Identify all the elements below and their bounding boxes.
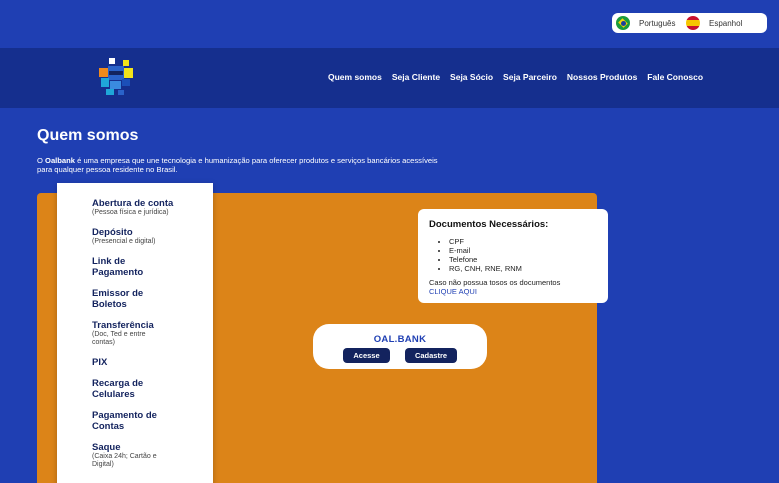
spain-flag-icon <box>686 16 700 30</box>
document-item: Telefone <box>449 255 598 264</box>
service-deposito[interactable]: Depósito (Presencial e digital) <box>92 227 213 246</box>
intro-line2: para qualquer pessoa residente no Brasil… <box>37 165 178 174</box>
service-title: Saque <box>92 442 121 453</box>
oalbank-card-buttons: Acesse Cadastre <box>342 348 462 363</box>
oalbank-card-title: OAL.BANK <box>373 334 427 345</box>
oalbank-access-card: OAL.BANK Acesse Cadastre <box>313 324 487 369</box>
service-abertura-de-conta[interactable]: Abertura de conta (Pessoa física e juríd… <box>92 198 213 217</box>
nav-fale-conosco[interactable]: Fale Conosco <box>647 72 703 82</box>
documents-click-here-link[interactable]: CLIQUE AQUI <box>429 287 598 296</box>
service-title: Recarga de Celulares <box>92 378 144 400</box>
service-subtitle: (Caixa 24h; Cartão e Digital) <box>92 453 157 468</box>
nav-quem-somos[interactable]: Quem somos <box>328 72 382 82</box>
service-subtitle: (Pessoa física e jurídica) <box>92 209 169 216</box>
intro-prefix: O <box>37 156 46 165</box>
acesse-button[interactable]: Acesse <box>343 348 390 363</box>
document-item: E-mail <box>449 246 598 255</box>
service-pix[interactable]: PIX <box>92 357 213 368</box>
nav-seja-parceiro[interactable]: Seja Parceiro <box>503 72 557 82</box>
service-title: Transferência <box>92 320 154 331</box>
nav-seja-socio[interactable]: Seja Sócio <box>450 72 493 82</box>
service-subtitle: (Doc, Ted e entre contas) <box>92 331 146 346</box>
intro-brand: Oalbank <box>45 156 75 165</box>
service-title: PIX <box>92 357 108 368</box>
services-list: Abertura de conta (Pessoa física e juríd… <box>57 183 213 483</box>
document-item: CPF <box>449 237 598 246</box>
intro-line1: é uma empresa que une tecnologia e human… <box>75 156 438 165</box>
service-pagamento-de-contas[interactable]: Pagamento de Contas <box>92 410 172 432</box>
nav-seja-cliente[interactable]: Seja Cliente <box>392 72 440 82</box>
service-title: Link de Pagamento <box>92 256 144 278</box>
language-portuguese[interactable]: Português <box>616 16 675 30</box>
oalbank-logo[interactable] <box>96 57 136 97</box>
document-item: RG, CNH, RNE, RNM <box>449 264 598 273</box>
language-portuguese-label: Português <box>639 18 676 28</box>
service-saque[interactable]: Saque (Caixa 24h; Cartão e Digital) <box>92 442 213 469</box>
service-title: Emissor de Boletos <box>92 288 144 310</box>
language-switcher: Português Espanhol <box>612 13 767 33</box>
nav-nossos-produtos[interactable]: Nossos Produtos <box>567 72 637 82</box>
documents-list: CPF E-mail Telefone RG, CNH, RNE, RNM <box>429 237 598 273</box>
service-link-de-pagamento[interactable]: Link de Pagamento <box>92 256 162 278</box>
service-transferencia[interactable]: Transferência (Doc, Ted e entre contas) <box>92 320 213 347</box>
language-spanish[interactable]: Espanhol <box>686 16 742 30</box>
service-title: Abertura de conta <box>92 198 174 209</box>
brazil-flag-icon <box>616 16 630 30</box>
navbar: Quem somos Seja Cliente Seja Sócio Seja … <box>0 48 779 108</box>
logo-mosaic-icon <box>96 57 136 97</box>
page-title: Quem somos <box>37 127 139 144</box>
intro-text: O Oalbank é uma empresa que une tecnolog… <box>37 156 477 174</box>
service-title: Pagamento de Contas <box>92 410 157 432</box>
service-title: Depósito <box>92 227 133 238</box>
documents-card: Documentos Necessários: CPF E-mail Telef… <box>418 209 608 303</box>
service-recarga-de-celulares[interactable]: Recarga de Celulares <box>92 378 162 400</box>
documents-note: Caso não possua tosos os documentos <box>429 278 561 287</box>
language-spanish-label: Espanhol <box>709 18 743 28</box>
service-emissor-de-boletos[interactable]: Emissor de Boletos <box>92 288 162 310</box>
service-subtitle: (Presencial e digital) <box>92 238 156 245</box>
cadastre-button[interactable]: Cadastre <box>405 348 457 363</box>
documents-title: Documentos Necessários: <box>429 219 549 230</box>
main-nav: Quem somos Seja Cliente Seja Sócio Seja … <box>328 72 713 82</box>
